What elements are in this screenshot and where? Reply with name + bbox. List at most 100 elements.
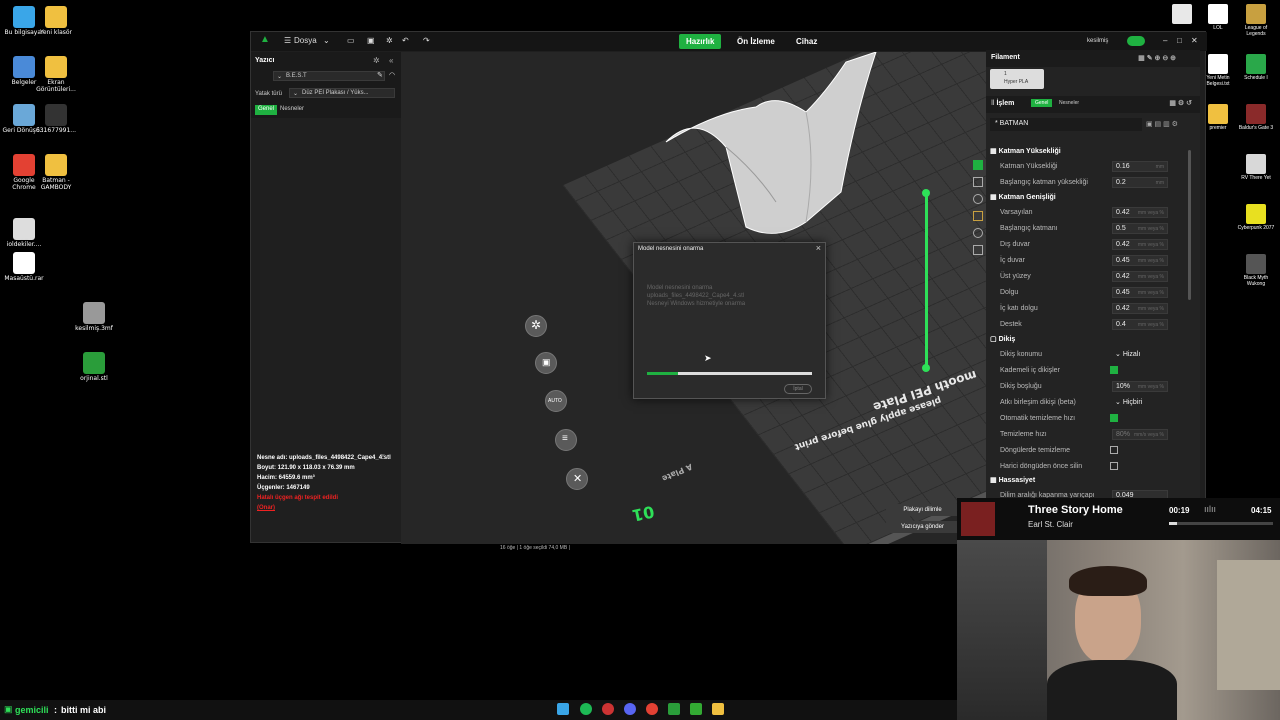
slicer-taskbar-icon[interactable] xyxy=(690,703,702,715)
printer-select[interactable]: ⌄ B.E.S.T xyxy=(273,71,385,81)
delete-plate-button[interactable]: ✕ xyxy=(566,468,588,490)
filament-actions-icon[interactable]: ▦ ✎ ⊕ ⊖ ⊕ xyxy=(1138,54,1176,62)
view-grid-icon[interactable] xyxy=(973,245,983,255)
tab-prepare[interactable]: Hazırlık xyxy=(679,34,722,49)
desktop-icon[interactable]: RV There Yet xyxy=(1236,154,1276,182)
setting-input[interactable]: 0.16 mm xyxy=(1112,161,1168,172)
section-precision[interactable]: ▦ Hassasiyet xyxy=(990,476,1035,484)
setting-input[interactable]: 0.42 mm veya % xyxy=(1112,271,1168,282)
send-to-printer-button[interactable]: Yazıcıya gönder xyxy=(886,521,959,533)
staggered-seams-checkbox[interactable] xyxy=(1110,366,1118,374)
track-progress-bar[interactable] xyxy=(1169,522,1273,525)
outer-wipe-checkbox[interactable] xyxy=(1110,462,1118,470)
setting-input[interactable]: 0.4 mm veya % xyxy=(1112,319,1168,330)
view-front-icon[interactable] xyxy=(973,194,983,204)
move-gizmo-axis[interactable] xyxy=(925,192,928,367)
plate-settings-button[interactable]: ✲ xyxy=(525,315,547,337)
close-icon[interactable]: ✕ xyxy=(1191,36,1198,45)
desktop-icon[interactable]: kesilmiş.3mf xyxy=(72,302,116,333)
studio-icon[interactable] xyxy=(668,703,680,715)
open-folder-icon[interactable]: ▭ xyxy=(347,36,355,45)
seam-position-select[interactable]: ⌄ Hizalı xyxy=(1112,349,1168,360)
view-warning-icon[interactable] xyxy=(973,211,983,221)
setting-input[interactable]: 0.42 mm veya % xyxy=(1112,239,1168,250)
process-actions-icon[interactable]: ▦ ⚙ ↺ xyxy=(1169,99,1192,107)
repair-link[interactable]: (Onar) xyxy=(257,503,392,513)
view-3d-icon[interactable] xyxy=(973,160,983,170)
view-top-icon[interactable] xyxy=(973,177,983,187)
dialog-close-icon[interactable]: × xyxy=(816,243,821,253)
tab-device[interactable]: Cihaz xyxy=(789,34,824,49)
desktop-icon[interactable]: Yeni klasör xyxy=(34,6,78,37)
wipe-speed-input[interactable]: 80% mm/s veya % xyxy=(1112,429,1168,440)
section-seam[interactable]: ▢ Dikiş xyxy=(990,335,1015,343)
bed-type-select[interactable]: ⌄ Düz PEI Plakası / Yüks... xyxy=(289,88,395,98)
chrome-icon[interactable] xyxy=(646,703,658,715)
scarf-seam-select[interactable]: ⌄ Hiçbiri xyxy=(1112,397,1168,408)
process-tab-objects[interactable]: Nesneler xyxy=(1059,100,1079,106)
tab-global[interactable]: Genel xyxy=(255,105,278,115)
desktop-icon[interactable]: Batman - GAMBODY xyxy=(34,154,78,192)
save-icon[interactable]: ▣ xyxy=(367,36,375,45)
info-close-icon[interactable]: × xyxy=(381,453,385,460)
user-name[interactable]: kesilmiş xyxy=(1087,38,1108,44)
lock-plate-button[interactable]: ▣ xyxy=(535,352,557,374)
gizmo-handle-bottom[interactable] xyxy=(922,364,930,372)
desktop-icon[interactable]: Ekran Görüntüleri... xyxy=(34,56,78,94)
desktop-icon[interactable]: Masaüstü.rar xyxy=(2,252,46,283)
section-line-width[interactable]: ▦ Katman Genişliği xyxy=(990,193,1056,201)
chevron-down-icon[interactable]: ⌄ xyxy=(323,36,330,45)
desktop-icon[interactable]: ioldekiler.... xyxy=(2,218,46,249)
minimize-icon[interactable]: – xyxy=(1163,36,1167,45)
gizmo-handle-top[interactable] xyxy=(922,189,930,197)
auto-arrange-button[interactable]: AUTO xyxy=(545,390,567,412)
menu-icon[interactable]: ☰ xyxy=(284,36,291,45)
cloud-icon[interactable] xyxy=(1127,36,1145,46)
plate-list-button[interactable]: ≡ xyxy=(555,429,577,451)
settings-icon[interactable]: ✲ xyxy=(386,36,393,45)
desktop-icon[interactable]: Schedule I xyxy=(1236,54,1276,82)
process-tab-global[interactable]: Genel xyxy=(1031,99,1053,107)
desktop-icon[interactable]: Baldur's Gate 3 xyxy=(1236,104,1276,132)
panel-scrollbar[interactable] xyxy=(1188,150,1191,300)
discord-icon[interactable] xyxy=(624,703,636,715)
undo-icon[interactable]: ↶ xyxy=(402,36,409,45)
loop-wipe-checkbox[interactable] xyxy=(1110,446,1118,454)
setting-input[interactable]: 0.45 mm veya % xyxy=(1112,287,1168,298)
filament-slot[interactable]: 1 Hyper PLA xyxy=(990,69,1044,89)
section-layer-height[interactable]: ▦ Katman Yüksekliği xyxy=(990,147,1061,155)
desktop-icon[interactable]: orjinal.stl xyxy=(72,352,116,383)
redo-icon[interactable]: ↷ xyxy=(423,36,430,45)
desktop-icon[interactable] xyxy=(1162,4,1202,26)
setting-input[interactable]: 0.2 mm xyxy=(1112,177,1168,188)
desktop-icon[interactable]: League of Legends xyxy=(1236,4,1276,37)
setting-input[interactable]: 0.45 mm veya % xyxy=(1112,255,1168,266)
seam-gap-input[interactable]: 10% mm veya % xyxy=(1112,381,1168,392)
edit-icon[interactable]: ✎ xyxy=(377,71,383,79)
object-actions-icon[interactable]: ▣ ▤ ▥ ⚙ xyxy=(1146,120,1178,128)
desktop-icon[interactable]: 631677991... xyxy=(34,104,78,135)
auto-wipe-checkbox[interactable] xyxy=(1110,414,1118,422)
tab-preview[interactable]: Ön İzleme xyxy=(730,34,782,49)
maximize-icon[interactable]: □ xyxy=(1177,36,1182,45)
collapse-icon[interactable]: « xyxy=(389,56,393,65)
object-name-select[interactable]: * BATMAN xyxy=(990,118,1142,131)
file-menu[interactable]: Dosya xyxy=(294,36,317,45)
slice-plate-button[interactable]: Plakayı dilimle xyxy=(886,504,959,516)
wifi-icon[interactable]: ◠ xyxy=(389,71,395,79)
setting-input[interactable]: 0.42 mm veya % xyxy=(1112,207,1168,218)
spotify-icon[interactable] xyxy=(580,703,592,715)
view-reset-icon[interactable] xyxy=(973,228,983,238)
setting-input[interactable]: 0.5 mm veya % xyxy=(1112,223,1168,234)
obs-icon[interactable] xyxy=(602,703,614,715)
cancel-button[interactable]: İptal xyxy=(784,384,812,394)
gear-icon[interactable]: ✲ xyxy=(373,56,380,65)
tab-objects[interactable]: Nesneler xyxy=(277,105,307,115)
file-explorer-icon[interactable] xyxy=(712,703,724,715)
desktop-icon[interactable]: LOL xyxy=(1198,4,1238,32)
start-menu-icon[interactable] xyxy=(557,703,569,715)
desktop-icon[interactable]: Cyberpunk 2077 xyxy=(1236,204,1276,232)
setting-input[interactable]: 0.42 mm veya % xyxy=(1112,303,1168,314)
model-mesh[interactable] xyxy=(656,52,896,262)
desktop-icon[interactable]: Black Myth Wukong xyxy=(1236,254,1276,287)
